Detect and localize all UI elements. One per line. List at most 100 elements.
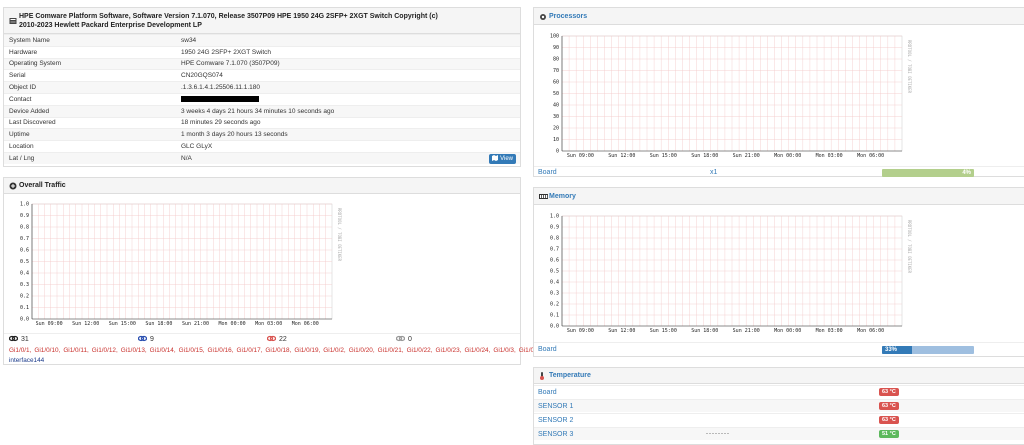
device-info-value: 1950 24G 2SFP+ 2XGT Switch bbox=[176, 45, 520, 59]
y-tick-label: 0.6 bbox=[20, 248, 29, 254]
processors-panel: Processors 100 90 80 70 60 50 40 30 20 10 0 Sun 09:… bbox=[533, 7, 1024, 177]
device-info-value: 18 minutes 29 seconds ago bbox=[176, 116, 520, 129]
port-link[interactable]: Gi1/0/11, bbox=[63, 347, 88, 354]
x-tick-label: Sun 18:00 bbox=[691, 153, 718, 159]
map-view-button[interactable]: View bbox=[489, 154, 516, 164]
redacted-contact bbox=[181, 96, 259, 103]
temperature-badge: 51 °C bbox=[879, 430, 899, 438]
memory-chip-icon bbox=[539, 193, 548, 200]
port-link[interactable]: Gi1/0/2, bbox=[323, 347, 345, 354]
memory-row[interactable]: Board 33% bbox=[534, 342, 1024, 356]
device-info-value: sw34 bbox=[176, 34, 520, 47]
port-link[interactable]: Gi1/0/17, bbox=[236, 347, 262, 354]
temperature-panel-title[interactable]: Temperature bbox=[549, 372, 591, 379]
memory-row-label[interactable]: Board bbox=[538, 346, 557, 353]
x-tick-label: Mon 03:00 bbox=[816, 153, 843, 159]
device-description-line1: HPE Comware Platform Software, Software … bbox=[19, 12, 438, 20]
port-link[interactable]: Gi1/0/16, bbox=[208, 347, 234, 354]
temperature-row[interactable]: SENSOR 3 -------- 51 °C bbox=[534, 427, 1024, 440]
y-tick-label: 40 bbox=[553, 103, 559, 109]
port-link[interactable]: Gi1/0/12, bbox=[92, 347, 118, 354]
device-info-value: GLC GLyX bbox=[176, 140, 520, 153]
device-info-value: HPE Comware 7.1.070 (3507P09) bbox=[176, 57, 520, 70]
device-info-value: 1 month 3 days 20 hours 13 seconds bbox=[176, 128, 520, 141]
device-info-row: Operating System HPE Comware 7.1.070 (350… bbox=[4, 57, 520, 70]
memory-panel-header: Memory bbox=[534, 188, 1024, 205]
memory-graph[interactable]: 1.0 0.9 0.8 0.7 0.6 0.5 0.4 0.3 0.2 0.1 0.0 Sun 09:… bbox=[540, 210, 920, 340]
memory-panel-title[interactable]: Memory bbox=[549, 193, 576, 200]
traffic-graph[interactable]: 1.0 0.9 0.8 0.7 0.6 0.5 0.4 0.3 0.2 0.1 0.0 Sun 09:… bbox=[12, 198, 352, 330]
port-link[interactable]: Gi1/0/24, bbox=[464, 347, 490, 354]
device-info-label: System Name bbox=[4, 34, 176, 47]
rrdtool-credit: RRDTOOL / TOBI OETIKER bbox=[337, 208, 342, 262]
port-link[interactable]: Gi1/0/3, bbox=[493, 347, 515, 354]
y-tick-label: 0.2 bbox=[550, 302, 559, 308]
temperature-sensor-label[interactable]: Board bbox=[536, 389, 557, 396]
y-tick-label: 100 bbox=[550, 34, 559, 40]
port-counters: 31 9 22 0 bbox=[4, 333, 520, 344]
processor-row-label[interactable]: Board bbox=[538, 169, 557, 176]
temperature-sensor-label[interactable]: SENSOR 1 bbox=[536, 403, 573, 410]
ports-down-count: 22 bbox=[279, 335, 287, 343]
y-tick-label: 80 bbox=[553, 57, 559, 63]
port-link[interactable]: Gi1/0/13, bbox=[121, 347, 147, 354]
port-link[interactable]: Gi1/0/10, bbox=[34, 347, 60, 354]
x-tick-label: Sun 09:00 bbox=[567, 328, 594, 334]
x-tick-label: Mon 06:00 bbox=[292, 321, 319, 327]
processors-graph[interactable]: 1009080706050403020100Sun 09:00 Sun 12:00… bbox=[540, 30, 920, 165]
processor-usage-fill bbox=[882, 169, 974, 177]
temperature-row[interactable]: Board 63 °C bbox=[534, 385, 1024, 398]
device-info-label: Hardware bbox=[4, 45, 176, 59]
x-tick-label: Sun 15:00 bbox=[650, 153, 677, 159]
y-tick-label: 1.0 bbox=[550, 214, 559, 220]
port-link[interactable]: Gi1/0/19, bbox=[294, 347, 320, 354]
port-link[interactable]: Gi1/0/18, bbox=[265, 347, 291, 354]
device-info-value bbox=[176, 92, 520, 106]
x-tick-label: Sun 09:00 bbox=[567, 153, 594, 159]
temperature-sensor-label[interactable]: SENSOR 2 bbox=[536, 417, 573, 424]
y-tick-label: 60 bbox=[553, 80, 559, 86]
x-tick-label: Sun 21:00 bbox=[182, 321, 209, 327]
processors-panel-title[interactable]: Processors bbox=[549, 13, 587, 20]
device-header: HPE Comware Platform Software, Software … bbox=[4, 8, 520, 34]
device-info-label: Operating System bbox=[4, 57, 176, 70]
y-tick-label: 0.3 bbox=[20, 282, 29, 288]
ports-up-count: 9 bbox=[150, 335, 154, 343]
port-link[interactable]: Gi1/0/23, bbox=[436, 347, 462, 354]
port-link[interactable]: Gi1/0/22, bbox=[407, 347, 433, 354]
port-link[interactable]: Gi1/0/14, bbox=[150, 347, 176, 354]
temperature-row[interactable]: SENSOR 2 63 °C bbox=[534, 413, 1024, 426]
temperature-sensor-label[interactable]: SENSOR 3 bbox=[536, 431, 573, 438]
temperature-panel: Temperature Board 63 °C SENSOR 1 63 °C SENSO… bbox=[533, 367, 1024, 445]
temperature-badge: 63 °C bbox=[879, 388, 899, 396]
ports-total-counter[interactable]: 31 bbox=[4, 335, 133, 344]
port-link[interactable]: Gi1/0/1, bbox=[9, 347, 31, 354]
link-disabled-icon bbox=[395, 335, 406, 344]
device-info-label: Uptime bbox=[4, 128, 176, 141]
device-info-value: N/A bbox=[176, 151, 520, 165]
device-info-row: Uptime 1 month 3 days 20 hours 13 seconds bbox=[4, 128, 520, 141]
y-tick-label: 20 bbox=[553, 126, 559, 132]
temperature-panel-header: Temperature bbox=[534, 368, 1024, 384]
device-info-label: Location bbox=[4, 140, 176, 153]
ports-up-counter[interactable]: 9 bbox=[133, 335, 262, 344]
y-tick-label: 0.7 bbox=[550, 247, 559, 253]
y-tick-label: 1.0 bbox=[20, 202, 29, 208]
y-tick-label: 0.8 bbox=[550, 236, 559, 242]
ports-down-counter[interactable]: 22 bbox=[262, 335, 391, 344]
x-tick-label: Sun 21:00 bbox=[733, 153, 760, 159]
port-link[interactable]: Gi1/0/20, bbox=[349, 347, 375, 354]
device-info-row: System Name sw34 bbox=[4, 34, 520, 47]
ports-disabled-counter[interactable]: 0 bbox=[391, 335, 520, 344]
port-link[interactable]: Gi1/0/21, bbox=[378, 347, 404, 354]
device-info-value: .1.3.6.1.4.1.25506.11.1.180 bbox=[176, 81, 520, 94]
link-icon bbox=[8, 335, 19, 344]
gear-icon bbox=[539, 13, 546, 20]
processor-row[interactable]: Board x1 4% bbox=[534, 166, 1024, 178]
port-link[interactable]: Gi1/0/15, bbox=[179, 347, 205, 354]
link-down-icon bbox=[266, 335, 277, 344]
temperature-row[interactable]: SENSOR 1 63 °C bbox=[534, 399, 1024, 412]
device-description: HPE Comware Platform Software, Software … bbox=[19, 12, 438, 30]
x-tick-label: Mon 00:00 bbox=[774, 328, 801, 334]
memory-panel: Memory 1.0 0.9 0.8 0.7 0.6 0.5 0.4 0.3 0.2 0.1 0.0… bbox=[533, 187, 1024, 357]
